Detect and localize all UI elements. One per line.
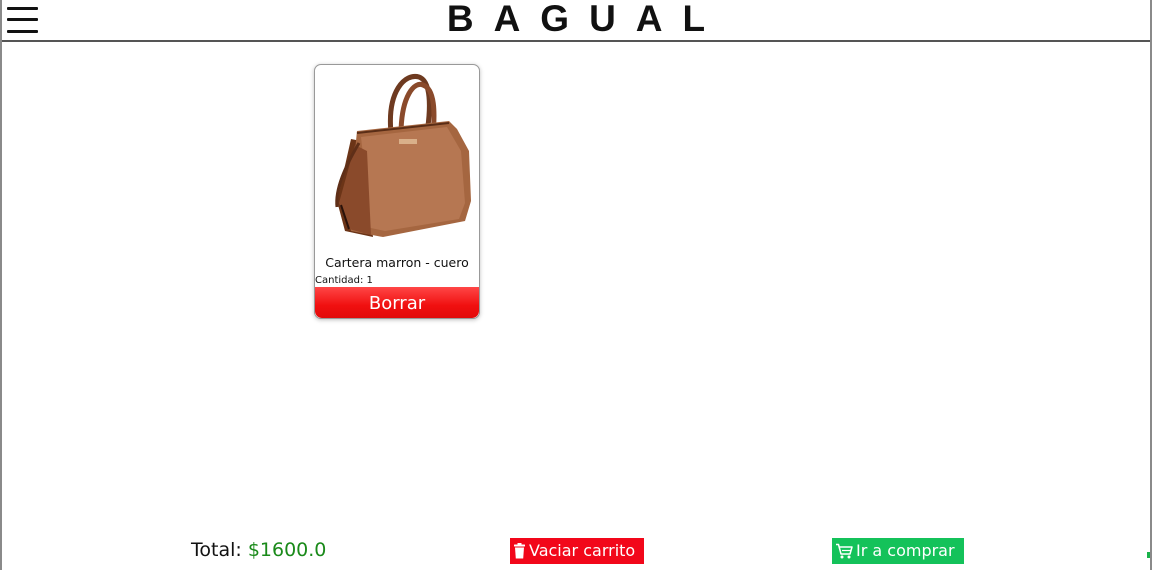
corner-accent: [1147, 552, 1150, 558]
product-quantity: Cantidad: 1: [315, 275, 373, 286]
cart-item-card: Cartera marron - cuero Cantidad: 1 Borra…: [314, 64, 480, 319]
empty-cart-label: Vaciar carrito: [529, 541, 636, 560]
product-name: Cartera marron - cuero: [325, 255, 469, 270]
cart-page: BAGUAL Cartera marron - cuero Cantidad: …: [0, 0, 1152, 570]
checkout-button[interactable]: Ir a comprar: [832, 538, 964, 564]
shopping-cart-icon: [836, 543, 853, 559]
total-value: $1600.0: [247, 539, 327, 561]
cart-total: Total: $1600.0: [191, 539, 326, 561]
total-label: Total:: [191, 539, 248, 561]
empty-cart-button[interactable]: Vaciar carrito: [510, 538, 644, 564]
delete-item-button[interactable]: Borrar: [315, 287, 479, 318]
top-header: BAGUAL: [2, 0, 1150, 42]
product-image: [335, 73, 471, 237]
trash-icon: [514, 543, 525, 559]
checkout-label: Ir a comprar: [856, 541, 955, 560]
brand-logo[interactable]: BAGUAL: [2, 0, 1150, 40]
